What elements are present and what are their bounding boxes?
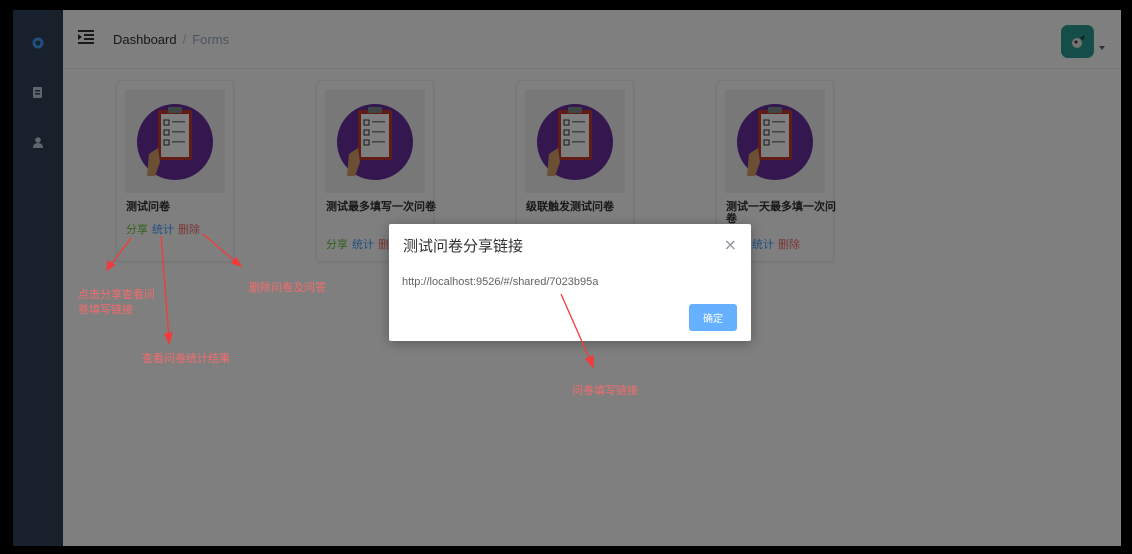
annotation-link: 问卷填写链接	[572, 384, 638, 397]
app-window: Dashboard/Forms 测试问卷 分享统计删除 测试最多填写一次问卷 分…	[13, 10, 1121, 546]
annotation-arrows	[106, 233, 594, 369]
screenshot-frame: Dashboard/Forms 测试问卷 分享统计删除 测试最多填写一次问卷 分…	[0, 0, 1132, 554]
annotation-share: 点击分享查看问卷填写链接	[78, 288, 155, 316]
annotation-stats: 查看问卷统计结果	[142, 352, 230, 365]
annotation-delete: 删除问卷及问答	[249, 281, 326, 294]
